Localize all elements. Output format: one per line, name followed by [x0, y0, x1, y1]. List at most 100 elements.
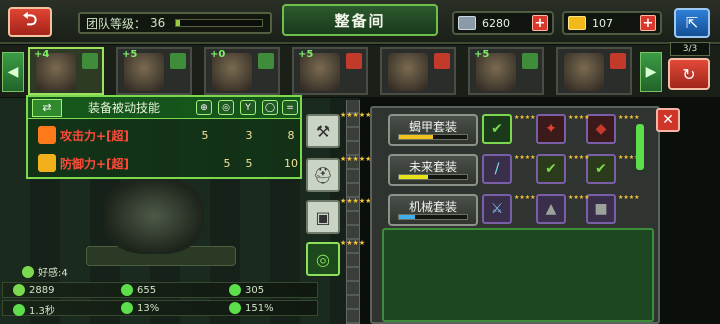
- gear-cell-future-3[interactable]: ✔: [586, 154, 616, 184]
- gear-cell-mech-3[interactable]: ■: [586, 194, 616, 224]
- roster-prev-arrow[interactable]: ◀: [2, 52, 24, 92]
- hero-plus-level: +0: [210, 49, 226, 60]
- hero-slot[interactable]: +0: [204, 47, 280, 95]
- body-slot[interactable]: ▣: [306, 200, 340, 234]
- hero-character[interactable]: [104, 178, 204, 254]
- gear-stars: ★★★★: [514, 194, 536, 201]
- refresh-icon: ↻: [682, 64, 696, 84]
- skill-value: 8: [287, 128, 295, 142]
- gear-stars: ★★★★: [618, 114, 640, 121]
- stat-row-2: 1.3秒 13% 151%: [2, 300, 318, 317]
- set-button[interactable]: 蝎甲套装: [388, 114, 478, 146]
- stats-area: 好感:4 2889 655 305 1.3秒 13% 151%: [0, 262, 320, 324]
- team-level-bar: [175, 19, 264, 27]
- set-progress-fill: [399, 175, 428, 179]
- skill-value: 5: [201, 128, 209, 142]
- armor-stars: ★★★★★: [340, 155, 372, 163]
- back-button[interactable]: ⮌: [8, 7, 52, 37]
- affinity: 好感:4: [22, 264, 68, 279]
- swap-icon[interactable]: ⇄: [32, 98, 62, 117]
- hero-plus-level: +5: [474, 49, 490, 60]
- check-icon: ✔: [595, 161, 607, 177]
- share-icon: ⇱: [685, 14, 699, 32]
- skill-icon: [38, 126, 56, 144]
- hero-portrait: [388, 53, 428, 91]
- set-progress-fill: [399, 215, 416, 219]
- heart-icon: [22, 265, 34, 278]
- gear-cell-axe[interactable]: ⚔: [482, 194, 512, 224]
- set-button[interactable]: 机械套装: [388, 194, 478, 226]
- gear-scrollbar[interactable]: [636, 124, 644, 170]
- add-resource-1-button[interactable]: +: [532, 15, 548, 31]
- hero-slot[interactable]: [380, 47, 456, 95]
- hp-stat: 2889: [13, 284, 54, 296]
- hp-icon: [13, 284, 25, 296]
- skill-name: 防御力+[超]: [60, 156, 130, 171]
- gear-cell-mech-2[interactable]: ▲: [536, 194, 566, 224]
- helmet-icon: ⛑: [312, 165, 334, 185]
- hero-slot[interactable]: +4: [28, 47, 104, 95]
- gear-cell-red-1[interactable]: ✦: [536, 114, 566, 144]
- skill-panel-header: ⇄ 装备被动技能 ⊕ ◎ Y ◯ =: [28, 97, 300, 119]
- speed-value: 1.3秒: [29, 306, 55, 317]
- hero-role-icon: [346, 53, 362, 69]
- ring-icon: ◎: [316, 249, 330, 269]
- gear-stars: ★★★★: [514, 114, 536, 121]
- hero-role-icon: [170, 53, 186, 69]
- gear-cell-sword[interactable]: /: [482, 154, 512, 184]
- affinity-value: 好感:4: [38, 268, 68, 279]
- fish-icon: ◆: [595, 121, 607, 137]
- hero-role-icon: [258, 53, 274, 69]
- set-label: 机械套装: [408, 200, 457, 214]
- accessory-stars: ★★★★: [340, 239, 366, 247]
- attack-stat: 655: [121, 284, 156, 296]
- close-button[interactable]: ✕: [656, 108, 680, 132]
- skill-value: 3: [245, 128, 253, 142]
- hero-slot[interactable]: +5: [468, 47, 544, 95]
- skill-value: 10: [284, 156, 298, 170]
- passive-skill-panel: ⇄ 装备被动技能 ⊕ ◎ Y ◯ = 攻击力+[超] 5 3 8 防御力+[超] 5 5 10: [26, 95, 302, 179]
- refresh-button[interactable]: ↻: [668, 58, 710, 90]
- hero-slot[interactable]: [556, 47, 632, 95]
- check-icon: ✔: [545, 161, 557, 177]
- body-stars: ★★★★★: [340, 197, 372, 205]
- gear-stars: ★★★★: [568, 194, 590, 201]
- share-button[interactable]: ⇱: [674, 8, 710, 38]
- roster-next-arrow[interactable]: ▶: [640, 52, 662, 92]
- gun-column-icon: ⊕: [196, 100, 212, 115]
- gear-stars: ★★★★: [618, 154, 640, 161]
- add-resource-2-button[interactable]: +: [640, 15, 656, 31]
- gear-cell-scythe[interactable]: ✔: [482, 114, 512, 144]
- skill-panel-title: 装备被动技能: [88, 101, 161, 115]
- stat-row-1: 2889 655 305: [2, 282, 318, 298]
- armor-slot[interactable]: ⛑: [306, 158, 340, 192]
- hero-plus-level: +5: [298, 49, 314, 60]
- defense-value: 305: [245, 284, 265, 296]
- attack-value: 655: [137, 284, 157, 296]
- team-level-fill: [176, 20, 180, 26]
- hero-slot[interactable]: +5: [292, 47, 368, 95]
- back-arrow-icon: ⮌: [22, 9, 38, 30]
- hero-role-icon: [82, 53, 98, 69]
- ring-column-icon: ◯: [262, 100, 278, 115]
- chest-icon: ▣: [315, 207, 331, 227]
- hero-role-icon: [522, 53, 538, 69]
- set-button[interactable]: 未来套装: [388, 154, 478, 186]
- accessory-slot[interactable]: ◎: [306, 242, 340, 276]
- crab-icon: ✦: [545, 121, 557, 137]
- skill-name: 攻击力+[超]: [60, 128, 130, 143]
- tank-icon: [458, 16, 476, 30]
- resource-2-value: 107: [592, 16, 613, 30]
- weapon-slot[interactable]: ⚒: [306, 114, 340, 148]
- team-level-value: 36: [150, 16, 166, 30]
- set-progress-bar: [398, 134, 468, 140]
- sword-icon: /: [494, 161, 500, 177]
- gold-bar-icon: [568, 16, 586, 30]
- gear-cell-red-2[interactable]: ◆: [586, 114, 616, 144]
- equip-slots-column: ⚒ ★★★★★ ⛑ ★★★★★ ▣ ★★★★★ ◎ ★★★★: [306, 106, 372, 324]
- weapon-stars: ★★★★★: [340, 111, 372, 119]
- hero-portrait: [564, 53, 604, 91]
- resource-1-value: 6280: [482, 16, 510, 30]
- gear-cell-future-2[interactable]: ✔: [536, 154, 566, 184]
- hero-slot[interactable]: +5: [116, 47, 192, 95]
